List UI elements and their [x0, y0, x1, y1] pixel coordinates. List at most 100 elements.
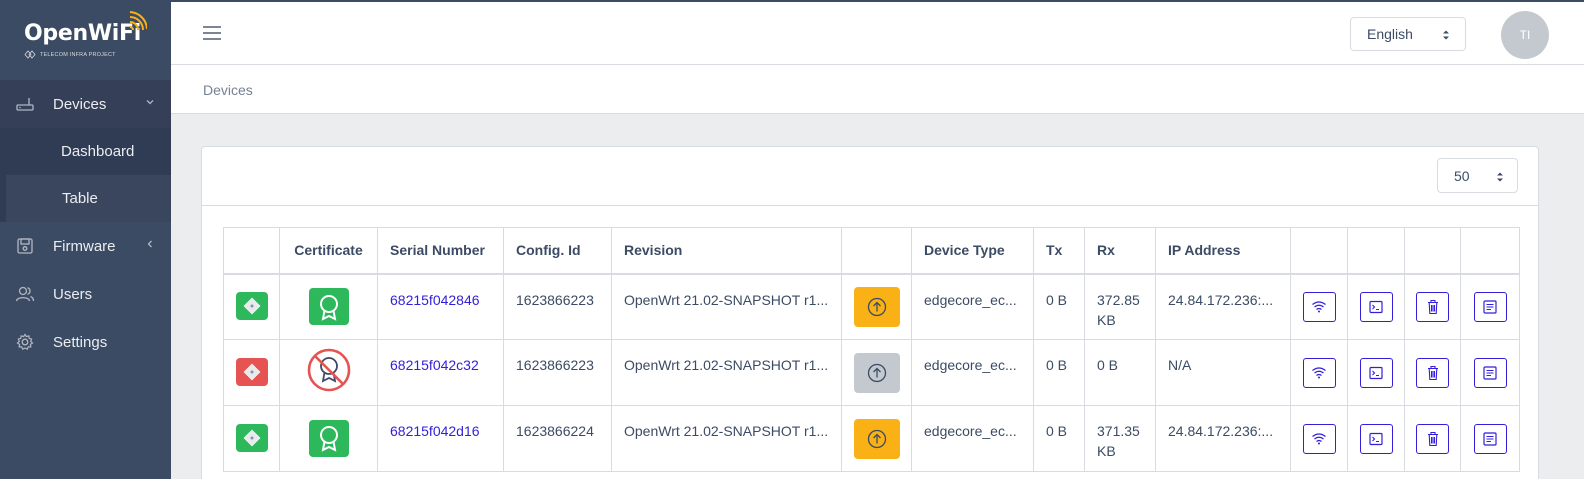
- col-header-tx: Tx: [1033, 227, 1085, 275]
- brand-name: OpenWiFi: [24, 21, 142, 46]
- device-type-cell: edgecore_ec...: [911, 405, 1034, 472]
- device-type-cell: edgecore_ec...: [911, 273, 1034, 340]
- language-value: English: [1367, 26, 1413, 42]
- card-header: 50: [202, 147, 1538, 206]
- col-header-certificate: Certificate: [279, 227, 378, 275]
- status-badge-connected: [235, 424, 268, 452]
- chevron-down-icon: [146, 100, 154, 105]
- rx-cell: 371.35 KB: [1084, 405, 1156, 472]
- select-arrows-icon: [1443, 30, 1449, 40]
- ip-address-cell: 24.84.172.236:...: [1155, 273, 1291, 340]
- terminal-button[interactable]: [1359, 423, 1393, 454]
- upgrade-button[interactable]: [853, 418, 900, 459]
- certificate-badge-valid: [308, 288, 349, 325]
- sidebar-item-label: Table: [62, 190, 98, 207]
- serial-number-link[interactable]: 68215f042d16: [390, 423, 480, 439]
- tx-cell: 0 B: [1033, 405, 1085, 472]
- hamburger-icon: [203, 26, 221, 40]
- revision-cell: OpenWrt 21.02-SNAPSHOT r1...: [611, 273, 842, 340]
- sidebar-item-dashboard[interactable]: Dashboard: [0, 128, 171, 175]
- trash-icon: [1427, 365, 1438, 380]
- delete-button[interactable]: [1416, 423, 1449, 454]
- tip-logo-icon: [24, 50, 36, 59]
- col-header-ip: IP Address: [1155, 227, 1291, 275]
- status-badge-connected: [235, 292, 268, 321]
- select-arrows-icon: [1497, 172, 1503, 182]
- upgrade-button[interactable]: [853, 286, 900, 327]
- serial-number-link[interactable]: 68215f042c32: [390, 357, 479, 373]
- sidebar-item-table[interactable]: Table: [0, 175, 171, 222]
- sidebar: OpenWiFi TELECOM INFRA PROJECT Devices D…: [0, 0, 171, 479]
- sidebar-item-label: Firmware: [53, 237, 116, 255]
- wifi-scan-button[interactable]: [1302, 423, 1336, 454]
- device-type-cell: edgecore_ec...: [911, 339, 1034, 406]
- no-certificate-icon: [307, 348, 350, 392]
- col-header-action-4: [1460, 227, 1520, 275]
- top-header: English TI: [171, 0, 1584, 65]
- col-header-rx: Rx: [1084, 227, 1156, 275]
- menu-toggle-button[interactable]: [202, 24, 222, 45]
- arrow-up-circle-icon: [867, 363, 886, 382]
- ip-address-cell: 24.84.172.236:...: [1155, 405, 1291, 472]
- details-button[interactable]: [1473, 291, 1507, 322]
- access-point-icon: [243, 297, 260, 315]
- terminal-icon: [1369, 432, 1383, 445]
- access-point-icon: [243, 429, 260, 447]
- col-header-config-id: Config. Id: [503, 227, 612, 275]
- col-header-status: [223, 227, 280, 275]
- trash-icon: [1427, 431, 1438, 446]
- subheader: Devices: [171, 65, 1584, 114]
- wifi-icon: [1312, 432, 1326, 444]
- config-id-cell: 1623866224: [503, 405, 612, 472]
- terminal-icon: [1369, 366, 1383, 379]
- sidebar-item-users[interactable]: Users: [0, 270, 171, 318]
- terminal-button[interactable]: [1359, 357, 1393, 388]
- notes-icon: [1483, 300, 1497, 314]
- delete-button[interactable]: [1416, 291, 1449, 322]
- table-row: 68215f042c32 1623866223 OpenWrt 21.02-SN…: [223, 339, 1520, 406]
- table-row: 68215f042d16 1623866224 OpenWrt 21.02-SN…: [223, 405, 1520, 472]
- save-icon: [16, 238, 33, 254]
- sidebar-item-label: Devices: [53, 95, 107, 113]
- sidebar-item-devices[interactable]: Devices: [0, 80, 171, 128]
- delete-button[interactable]: [1416, 357, 1449, 388]
- terminal-button[interactable]: [1359, 291, 1393, 322]
- col-header-serial: Serial Number: [377, 227, 504, 275]
- avatar[interactable]: TI: [1501, 11, 1549, 59]
- chevron-left-icon: [147, 240, 152, 248]
- wifi-icon: [1312, 301, 1326, 313]
- sidebar-item-label: Dashboard: [61, 143, 135, 160]
- page-size-value: 50: [1454, 167, 1470, 184]
- col-header-action-3: [1404, 227, 1461, 275]
- sidebar-item-label: Users: [53, 285, 93, 303]
- breadcrumb[interactable]: Devices: [203, 82, 253, 98]
- terminal-icon: [1369, 300, 1383, 313]
- ip-address-cell: N/A: [1155, 339, 1291, 406]
- sidebar-item-firmware[interactable]: Firmware: [0, 222, 171, 270]
- table-row: 68215f042846 1623866223 OpenWrt 21.02-SN…: [223, 273, 1520, 340]
- tx-cell: 0 B: [1033, 339, 1085, 406]
- people-icon: [15, 286, 34, 302]
- col-header-revision: Revision: [611, 227, 842, 275]
- sidebar-item-settings[interactable]: Settings: [0, 318, 171, 366]
- serial-number-link[interactable]: 68215f042846: [390, 292, 480, 308]
- notes-icon: [1483, 431, 1497, 446]
- trash-icon: [1427, 299, 1438, 314]
- upgrade-button-disabled: [853, 352, 900, 393]
- wifi-scan-button[interactable]: [1302, 357, 1336, 388]
- col-header-action-1: [1290, 227, 1348, 275]
- config-id-cell: 1623866223: [503, 273, 612, 340]
- col-header-action-2: [1347, 227, 1405, 275]
- language-select[interactable]: English: [1350, 17, 1466, 51]
- arrow-up-circle-icon: [867, 429, 886, 448]
- page-size-select[interactable]: 50: [1437, 158, 1518, 193]
- details-button[interactable]: [1473, 357, 1507, 388]
- tx-cell: 0 B: [1033, 273, 1085, 340]
- details-button[interactable]: [1473, 423, 1507, 454]
- certificate-badge-valid: [308, 419, 349, 457]
- config-id-cell: 1623866223: [503, 339, 612, 406]
- wifi-scan-button[interactable]: [1302, 291, 1336, 322]
- brand-logo[interactable]: OpenWiFi TELECOM INFRA PROJECT: [0, 0, 171, 80]
- rx-cell: 0 B: [1084, 339, 1156, 406]
- table-header-row: Certificate Serial Number Config. Id Rev…: [223, 227, 1520, 275]
